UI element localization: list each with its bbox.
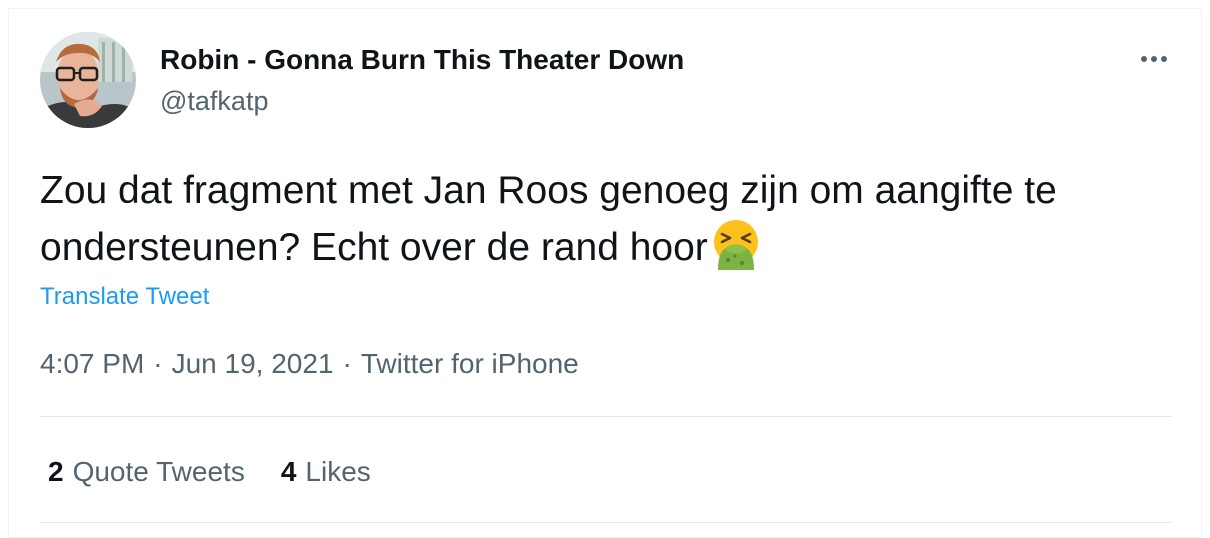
likes-stat[interactable]: 4 Likes bbox=[281, 454, 371, 490]
more-options-button[interactable] bbox=[1134, 46, 1174, 72]
avatar[interactable] bbox=[40, 32, 136, 128]
tweet-source[interactable]: Twitter for iPhone bbox=[361, 348, 579, 379]
display-name[interactable]: Robin - Gonna Burn This Theater Down bbox=[160, 42, 684, 78]
tweet-text: Zou dat fragment met Jan Roos genoeg zij… bbox=[40, 164, 1180, 275]
divider bbox=[40, 522, 1172, 523]
tweet-text-content: Zou dat fragment met Jan Roos genoeg zij… bbox=[40, 169, 1057, 269]
more-horizontal-icon bbox=[1141, 56, 1167, 62]
engagement-stats: 2 Quote Tweets 4 Likes bbox=[48, 454, 371, 490]
tweet-time[interactable]: 4:07 PM bbox=[40, 348, 144, 379]
meta-separator: · bbox=[153, 348, 163, 379]
quote-tweets-stat[interactable]: 2 Quote Tweets bbox=[48, 454, 245, 490]
divider bbox=[40, 416, 1172, 417]
face-vomiting-icon bbox=[710, 218, 762, 270]
meta-separator: · bbox=[342, 348, 352, 379]
quote-tweets-count: 2 bbox=[48, 456, 64, 487]
translate-tweet-link[interactable]: Translate Tweet bbox=[40, 282, 209, 312]
tweet-metadata: 4:07 PM · Jun 19, 2021 · Twitter for iPhone bbox=[40, 346, 579, 382]
tweet-date[interactable]: Jun 19, 2021 bbox=[172, 348, 334, 379]
likes-label: Likes bbox=[305, 456, 371, 487]
likes-count: 4 bbox=[280, 456, 297, 487]
user-handle[interactable]: @tafkatp bbox=[160, 84, 268, 118]
profile-photo bbox=[40, 32, 136, 128]
quote-tweets-label: Quote Tweets bbox=[72, 456, 245, 487]
